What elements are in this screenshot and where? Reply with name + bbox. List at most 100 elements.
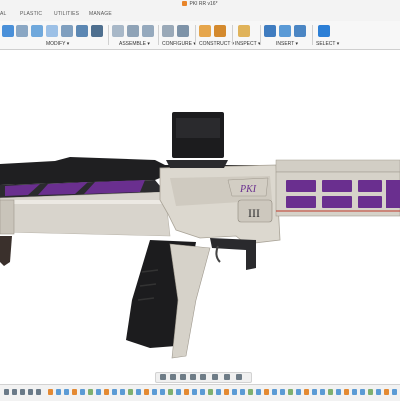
- handguard-window: [358, 180, 382, 192]
- tab-manage[interactable]: MANAGE: [89, 11, 112, 17]
- timeline-feature-icon[interactable]: [88, 389, 93, 395]
- front-grip: [0, 236, 12, 266]
- timeline-feature-icon[interactable]: [344, 389, 349, 395]
- fit-icon[interactable]: [200, 374, 206, 380]
- select-icon[interactable]: [318, 25, 330, 37]
- timeline-feature-icon[interactable]: [72, 389, 77, 395]
- axis-icon[interactable]: [214, 25, 226, 37]
- timeline-feature-icon[interactable]: [384, 389, 389, 395]
- navigation-bar: [155, 372, 252, 383]
- timeline-feature-icon[interactable]: [104, 389, 109, 395]
- timeline-feature-icon[interactable]: [112, 389, 117, 395]
- timeline-play-icon[interactable]: [20, 389, 25, 395]
- construct-menu[interactable]: CONSTRUCT ▾: [199, 41, 234, 47]
- timeline-feature-icon[interactable]: [120, 389, 125, 395]
- handguard-window: [322, 180, 352, 192]
- timeline-feature-icon[interactable]: [376, 389, 381, 395]
- measure-icon[interactable]: [238, 25, 250, 37]
- timeline-feature-icon[interactable]: [304, 389, 309, 395]
- timeline-feature-icon[interactable]: [336, 389, 341, 395]
- chamfer-icon[interactable]: [46, 25, 58, 37]
- timeline-feature-icon[interactable]: [248, 389, 253, 395]
- timeline-feature-icon[interactable]: [264, 389, 269, 395]
- fillet-icon[interactable]: [31, 25, 43, 37]
- handguard: [275, 171, 400, 217]
- 3d-viewport[interactable]: PKI III: [0, 50, 400, 370]
- look-at-icon[interactable]: [170, 374, 176, 380]
- timeline-feature-icon[interactable]: [280, 389, 285, 395]
- timeline-prev-icon[interactable]: [12, 389, 17, 395]
- new-component-icon[interactable]: [112, 25, 124, 37]
- handguard-window: [322, 196, 352, 208]
- timeline-feature-icon[interactable]: [160, 389, 165, 395]
- display-settings-icon[interactable]: [212, 374, 218, 380]
- tab-plastic[interactable]: PLASTIC: [20, 11, 42, 17]
- shell-icon[interactable]: [61, 25, 73, 37]
- inspect-menu[interactable]: INSPECT ▾: [235, 41, 260, 47]
- timeline-feature-icon[interactable]: [128, 389, 133, 395]
- modify-menu[interactable]: MODIFY ▾: [46, 41, 69, 47]
- timeline-feature-icon[interactable]: [200, 389, 205, 395]
- timeline-end-icon[interactable]: [36, 389, 41, 395]
- toolbar-tabs: AL PLASTIC UTILITIES MANAGE: [0, 9, 400, 21]
- press-pull-icon[interactable]: [16, 25, 28, 37]
- timeline-next-icon[interactable]: [28, 389, 33, 395]
- timeline-start-icon[interactable]: [4, 389, 9, 395]
- timeline-feature-icon[interactable]: [80, 389, 85, 395]
- insert-menu[interactable]: INSERT ▾: [276, 41, 298, 47]
- timeline-feature-icon[interactable]: [296, 389, 301, 395]
- timeline-feature-icon[interactable]: [224, 389, 229, 395]
- select-menu[interactable]: SELECT ▾: [316, 41, 339, 47]
- create-icon[interactable]: [2, 25, 14, 37]
- parameters-icon[interactable]: [162, 25, 174, 37]
- timeline-feature-icon[interactable]: [64, 389, 69, 395]
- timeline-feature-icon[interactable]: [328, 389, 333, 395]
- document-title-text: PKI RR v16*: [189, 1, 218, 7]
- timeline-feature-icon[interactable]: [176, 389, 181, 395]
- timeline-feature-icon[interactable]: [208, 389, 213, 395]
- timeline-feature-icon[interactable]: [216, 389, 221, 395]
- timeline-feature-icon[interactable]: [168, 389, 173, 395]
- tab-utilities[interactable]: UTILITIES: [54, 11, 79, 17]
- timeline-feature-icon[interactable]: [360, 389, 365, 395]
- timeline-feature-icon[interactable]: [192, 389, 197, 395]
- viewports-icon[interactable]: [236, 374, 242, 380]
- timeline-feature-icon[interactable]: [312, 389, 317, 395]
- as-built-joint-icon[interactable]: [142, 25, 154, 37]
- timeline-feature-icon[interactable]: [256, 389, 261, 395]
- move-icon[interactable]: [91, 25, 103, 37]
- timeline-feature-icon[interactable]: [232, 389, 237, 395]
- pan-icon[interactable]: [180, 374, 186, 380]
- divider: [232, 25, 233, 45]
- timeline-feature-icon[interactable]: [184, 389, 189, 395]
- timeline-feature-icon[interactable]: [144, 389, 149, 395]
- assemble-menu[interactable]: ASSEMBLE ▾: [119, 41, 150, 47]
- configure-menu[interactable]: CONFIGURE ▾: [162, 41, 196, 47]
- insert-decal-icon[interactable]: [279, 25, 291, 37]
- zoom-icon[interactable]: [190, 374, 196, 380]
- timeline-feature-icon[interactable]: [152, 389, 157, 395]
- timeline-feature-icon[interactable]: [320, 389, 325, 395]
- joint-icon[interactable]: [127, 25, 139, 37]
- combine-icon[interactable]: [76, 25, 88, 37]
- timeline-feature-icon[interactable]: [352, 389, 357, 395]
- timeline-feature-icon[interactable]: [48, 389, 53, 395]
- insert-canvas-icon[interactable]: [294, 25, 306, 37]
- timeline-feature-icon[interactable]: [240, 389, 245, 395]
- timeline-feature-icon[interactable]: [392, 389, 397, 395]
- grid-settings-icon[interactable]: [224, 374, 230, 380]
- divider: [108, 25, 109, 45]
- offset-plane-icon[interactable]: [199, 25, 211, 37]
- orbit-icon[interactable]: [160, 374, 166, 380]
- configure-table-icon[interactable]: [177, 25, 189, 37]
- timeline-feature-icon[interactable]: [136, 389, 141, 395]
- divider: [158, 25, 159, 45]
- timeline-feature-icon[interactable]: [272, 389, 277, 395]
- insert-derive-icon[interactable]: [264, 25, 276, 37]
- tab-al[interactable]: AL: [0, 11, 7, 17]
- timeline-feature-icon[interactable]: [96, 389, 101, 395]
- handguard-window: [358, 196, 382, 208]
- timeline-feature-icon[interactable]: [56, 389, 61, 395]
- timeline-feature-icon[interactable]: [288, 389, 293, 395]
- timeline-feature-icon[interactable]: [368, 389, 373, 395]
